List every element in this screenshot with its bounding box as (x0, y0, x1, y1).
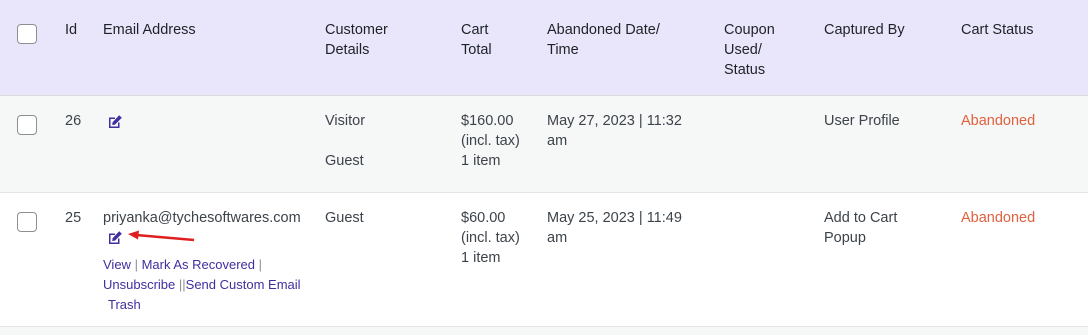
edit-icon[interactable] (107, 114, 123, 130)
row-cart-total: $60.00 (incl. tax) 1 item (461, 208, 520, 268)
mark-as-recovered-link[interactable]: Mark As Recovered (142, 257, 255, 272)
edit-icon[interactable] (107, 230, 123, 246)
table-row: 26 Visitor Guest $160.00 (incl. tax) 1 i… (0, 96, 1088, 193)
row-captured-by-line1: Add to Cart (824, 210, 898, 226)
column-header-email[interactable]: Email Address (103, 20, 196, 40)
column-header-cart-total-line1: Cart (461, 22, 489, 38)
trash-link[interactable]: Trash (108, 297, 141, 312)
row-actions-line3: Trash (108, 295, 141, 315)
column-header-customer-details: Customer Details (325, 20, 388, 60)
row-cart-total-amount: $60.00 (461, 210, 506, 226)
row-cart-total-items: 1 item (461, 153, 501, 169)
row-cart-status: Abandoned (961, 113, 1036, 129)
arrow-pointer (128, 230, 195, 242)
row-customer-role: Guest (325, 210, 364, 226)
row-actions-line1: View | Mark As Recovered | (103, 255, 262, 275)
row-captured-by: Add to Cart Popup (824, 208, 897, 248)
row-cart-total-amount: $160.00 (461, 113, 514, 129)
table-header: Id Email Address Customer Details Cart T… (0, 0, 1088, 96)
row-cart-total: $160.00 (incl. tax) 1 item (461, 111, 520, 171)
action-separator: | (255, 257, 262, 272)
column-header-abandoned-date[interactable]: Abandoned Date/ Time (547, 20, 660, 60)
select-all-checkbox[interactable] (17, 24, 37, 44)
row-email: priyanka@tychesoftwares.com (103, 210, 301, 226)
row-cart-status: Abandoned (961, 210, 1036, 226)
table-row: 25 priyanka@tychesoftwares.com View | Ma… (0, 193, 1088, 334)
column-header-cart-status: Cart Status (961, 22, 1034, 38)
row-abandoned-date-line1: May 25, 2023 | 11:49 (547, 210, 682, 226)
row-cart-total-tax: (incl. tax) (461, 133, 520, 149)
column-header-coupon-line2: Used/ (724, 42, 762, 58)
unsubscribe-link[interactable]: Unsubscribe (103, 277, 175, 292)
row-customer-type: Visitor (325, 113, 366, 129)
row-captured-by: User Profile (824, 113, 900, 129)
column-header-cart-total[interactable]: Cart Total (461, 20, 492, 60)
row-id: 26 (65, 113, 82, 129)
row-abandoned-date-line1: May 27, 2023 | 11:32 (547, 113, 682, 129)
row-abandoned-date: May 25, 2023 | 11:49 am (547, 208, 682, 248)
column-header-coupon-line3: Status (724, 62, 766, 78)
send-custom-email-link[interactable]: Send Custom Email (186, 277, 301, 292)
view-link[interactable]: View (103, 257, 131, 272)
column-header-customer-line2: Details (325, 42, 370, 58)
column-header-customer-line1: Customer (325, 22, 388, 38)
abandoned-carts-table: Id Email Address Customer Details Cart T… (0, 0, 1088, 335)
row-id: 25 (65, 210, 82, 226)
row-customer-role: Guest (325, 153, 364, 169)
column-header-abandoned-line2: Time (547, 42, 579, 58)
row-captured-by-line2: Popup (824, 230, 866, 246)
row-cart-total-items: 1 item (461, 250, 501, 266)
action-separator: | (130, 257, 142, 272)
row-abandoned-date: May 27, 2023 | 11:32 am (547, 111, 682, 151)
row-checkbox[interactable] (17, 212, 37, 232)
column-header-coupon-line1: Coupon (724, 22, 775, 38)
row-actions-line2: Unsubscribe ||Send Custom Email (103, 275, 301, 295)
row-checkbox[interactable] (17, 115, 37, 135)
row-cart-total-tax: (incl. tax) (461, 230, 520, 246)
column-header-captured-by: Captured By (824, 22, 905, 38)
row-abandoned-date-line2: am (547, 230, 568, 246)
column-header-coupon: Coupon Used/ Status (724, 20, 775, 80)
column-header-id[interactable]: Id (65, 20, 77, 40)
column-header-abandoned-line1: Abandoned Date/ (547, 22, 660, 38)
row-abandoned-date-line2: am (547, 133, 568, 149)
column-header-cart-total-line2: Total (461, 42, 492, 58)
